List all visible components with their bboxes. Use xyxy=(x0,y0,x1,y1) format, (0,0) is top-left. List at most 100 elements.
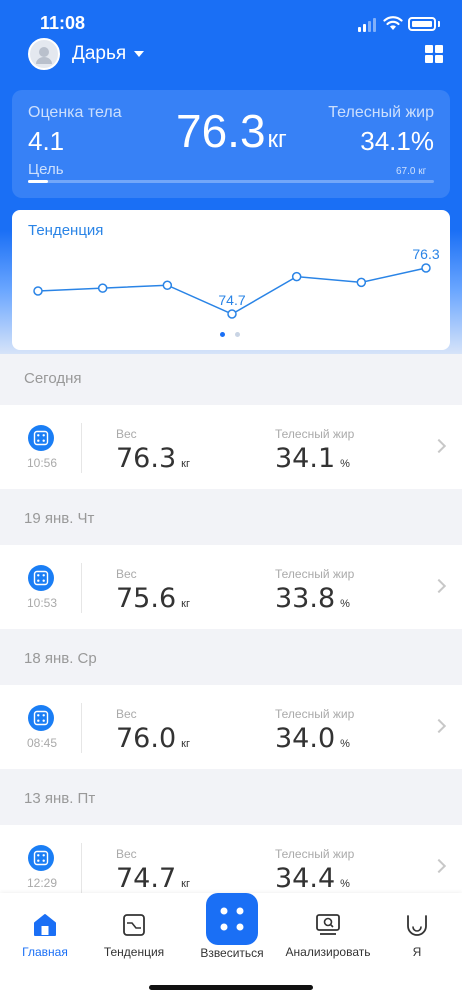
weight-unit: кг xyxy=(181,458,190,470)
divider xyxy=(81,843,82,893)
battery-tip xyxy=(438,21,440,27)
scale-icon xyxy=(28,705,54,731)
tab-home[interactable]: Главная xyxy=(20,893,70,973)
divider xyxy=(81,703,82,753)
scale-icon xyxy=(28,425,54,451)
goal-progress-bar xyxy=(28,180,434,183)
section-date: Сегодня xyxy=(24,370,82,387)
body-fat-unit: % xyxy=(340,598,350,610)
section-date: 13 янв. Пт xyxy=(24,790,96,807)
weight-value: 74.7 кг xyxy=(116,863,190,894)
trend-point xyxy=(421,263,431,273)
trend-point-label: 74.7 xyxy=(218,292,245,308)
body-fat-number: 34.0 xyxy=(275,723,336,754)
scale-icon xyxy=(220,907,244,931)
scale-icon xyxy=(28,565,54,591)
goal-progress-fill xyxy=(28,180,49,183)
weight-number: 75.6 xyxy=(116,583,177,614)
body-fat-value: 34.0% xyxy=(275,723,350,754)
trend-card[interactable]: Тенденция 74.7 76.3 xyxy=(12,210,450,350)
weight-number: 76.3 xyxy=(116,443,177,474)
weight-record-row[interactable]: 10:53 Вес 75.6 кг Телесный жир 33.8% xyxy=(0,545,462,629)
body-fat-unit: % xyxy=(340,738,350,750)
profile-name: Дарья xyxy=(72,43,127,64)
weight-value: 76.0 кг xyxy=(116,723,190,754)
current-weight-value: 76.3 xyxy=(176,105,266,157)
section-header: Сегодня xyxy=(0,354,462,402)
weight-label: Вес xyxy=(116,567,137,581)
weight-label: Вес xyxy=(116,847,137,861)
status-time: 11:08 xyxy=(40,13,86,33)
body-fat-label: Телесный жир xyxy=(275,567,355,581)
body-fat-unit: % xyxy=(340,878,350,890)
weight-label: Вес xyxy=(116,707,137,721)
trend-point-label: 76.3 xyxy=(412,246,439,262)
body-summary-card[interactable]: Оценка тела 4.1 76.3кг Телесный жир 34.1… xyxy=(12,90,450,198)
weight-record-row[interactable]: 08:45 Вес 76.0 кг Телесный жир 34.0% xyxy=(0,685,462,769)
profile-face-icon xyxy=(403,911,431,939)
body-fat-value: 33.8% xyxy=(275,583,350,614)
trend-point xyxy=(97,283,108,293)
chevron-right-icon xyxy=(431,858,447,874)
weight-record-row[interactable]: 10:56 Вес 76.3 кг Телесный жир 34.1% xyxy=(0,405,462,489)
tab-analyze[interactable]: Анализировать xyxy=(280,893,376,973)
body-fat-number: 34.1 xyxy=(275,443,336,474)
weight-value: 76.3 кг xyxy=(116,443,190,474)
chevron-right-icon xyxy=(431,718,447,734)
body-score-value: 4.1 xyxy=(28,126,65,156)
body-fat-number: 34.4 xyxy=(275,863,336,894)
weight-number: 74.7 xyxy=(116,863,177,894)
trend-chart-icon xyxy=(120,911,148,939)
divider xyxy=(81,563,82,613)
trend-page-dots[interactable] xyxy=(220,332,240,337)
trend-point xyxy=(356,277,367,288)
tab-trend-label: Тенденция xyxy=(103,945,165,959)
weight-unit: кг xyxy=(181,598,190,610)
body-fat-label: Телесный жир xyxy=(275,847,355,861)
body-fat-label: Телесный жир xyxy=(275,707,355,721)
body-fat-label: Телесный жир xyxy=(328,104,434,121)
battery-icon xyxy=(408,17,436,31)
section-header: 13 янв. Пт xyxy=(0,774,462,822)
trend-sparkline: 74.7 76.3 xyxy=(33,246,440,319)
body-fat-label: Телесный жир xyxy=(275,427,355,441)
record-time: 10:53 xyxy=(26,596,58,610)
record-time: 12:29 xyxy=(26,876,58,890)
weigh-button-label: Взвеситься xyxy=(200,946,264,960)
tab-me[interactable]: Я xyxy=(400,893,434,973)
chevron-right-icon xyxy=(431,438,447,454)
section-header: 19 янв. Чт xyxy=(0,494,462,542)
tab-home-label: Главная xyxy=(22,945,68,959)
body-fat-value: 34.4% xyxy=(275,863,350,894)
weigh-button[interactable] xyxy=(206,893,258,945)
trend-point xyxy=(162,280,173,290)
section-date: 18 янв. Ср xyxy=(24,650,97,667)
trend-point xyxy=(227,309,237,319)
weight-unit: кг xyxy=(181,878,190,890)
section-header: 18 янв. Ср xyxy=(0,634,462,682)
home-icon xyxy=(31,911,59,939)
weight-label: Вес xyxy=(116,427,137,441)
wifi-icon xyxy=(383,16,403,30)
body-fat-value: 34.1% xyxy=(360,126,434,156)
chevron-down-icon xyxy=(134,51,145,57)
divider xyxy=(81,423,82,473)
apps-grid-icon[interactable] xyxy=(425,45,443,63)
record-time: 10:56 xyxy=(26,456,58,470)
tab-analyze-label: Анализировать xyxy=(285,945,371,959)
profile-switcher[interactable]: Дарья xyxy=(28,38,145,70)
goal-label: Цель xyxy=(28,161,64,178)
body-fat-value: 34.1% xyxy=(275,443,350,474)
page-dot[interactable] xyxy=(220,332,225,337)
page-dot[interactable] xyxy=(235,332,240,337)
analyze-icon xyxy=(314,911,342,939)
body-score-label: Оценка тела xyxy=(28,104,122,121)
goal-target: 67.0 кг xyxy=(396,166,427,177)
tab-trend[interactable]: Тенденция xyxy=(100,893,168,973)
chevron-right-icon xyxy=(431,578,447,594)
current-weight-unit: кг xyxy=(267,126,287,153)
section-date: 19 янв. Чт xyxy=(24,510,95,527)
record-time: 08:45 xyxy=(26,736,58,750)
current-weight: 76.3кг xyxy=(176,104,287,158)
body-fat-unit: % xyxy=(340,458,350,470)
